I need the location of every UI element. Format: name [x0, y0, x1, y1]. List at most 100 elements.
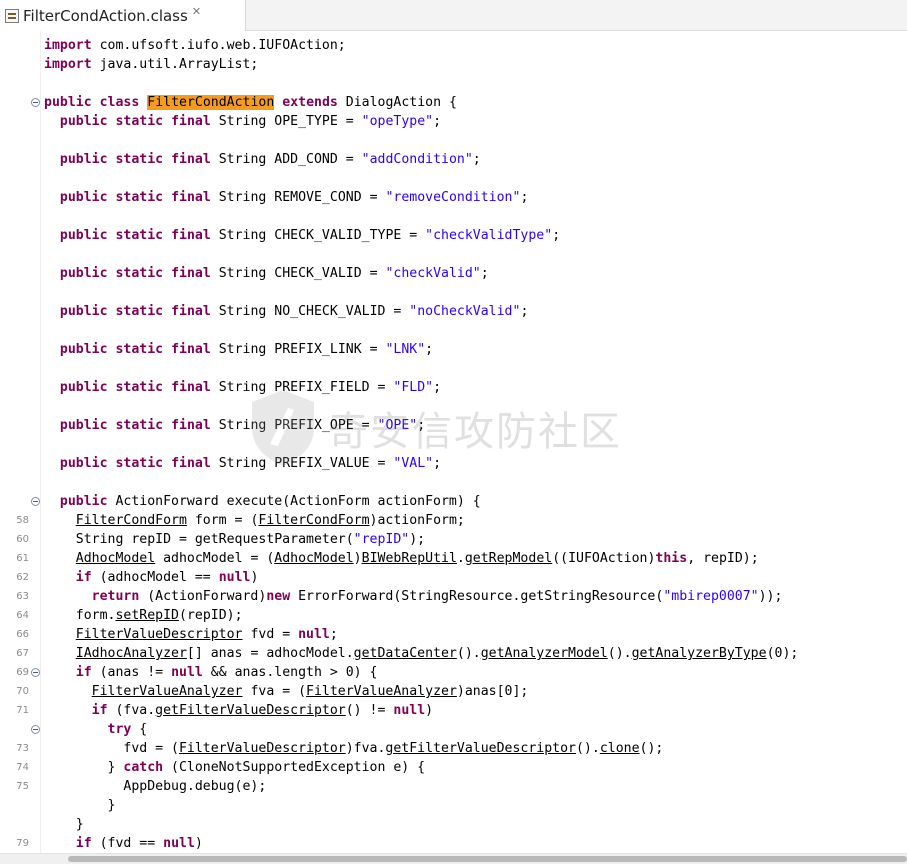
string-literal-token: "removeCondition" [385, 190, 521, 205]
line-number: 67 [16, 648, 29, 659]
code-token: fvd = ( [44, 741, 179, 756]
code-text: return (ActionForward)new ErrorForward(S… [44, 587, 783, 606]
code-token: ; [480, 266, 489, 281]
string-literal-token: "OPE" [377, 418, 418, 433]
code-token: form = ( [186, 513, 259, 528]
tab-filtercondaction-class[interactable]: FilterCondAction.class ✕ [0, 0, 246, 31]
code-token: )fva. [345, 741, 386, 756]
code-token: ) [194, 836, 203, 851]
keyword-token: final [171, 190, 211, 205]
code-line: public static final String PREFIX_OPE = … [0, 416, 907, 435]
keyword-token: import [44, 57, 92, 72]
code-token: ; [425, 342, 434, 357]
string-literal-token: "mbirep0007" [663, 589, 759, 604]
string-literal-token: "FLD" [393, 380, 434, 395]
unresolved-reference-token: getAnalyzerModel [480, 646, 608, 661]
keyword-token: public [59, 228, 108, 243]
unresolved-reference-token: getAnalyzerByType [631, 646, 767, 661]
fold-collapse-icon[interactable] [31, 98, 40, 107]
line-number: 64 [16, 610, 29, 621]
line-number: 60 [16, 534, 29, 545]
code-line: 75 AppDebug.debug(e); [0, 777, 907, 796]
code-line: public class FilterCondAction extends Di… [0, 93, 907, 112]
code-token: ) [425, 703, 434, 718]
code-token: String PREFIX_FIELD = [210, 380, 394, 395]
line-number: 63 [16, 591, 29, 602]
code-line: public static final String OPE_TYPE = "o… [0, 112, 907, 131]
code-line: 61 AdhocModel adhocModel = (AdhocModel)B… [0, 549, 907, 568]
keyword-token: static [115, 418, 164, 433]
code-token: ; [433, 456, 442, 471]
unresolved-reference-token: BIWebRepUtil [361, 551, 457, 566]
code-line: public static final String CHECK_VALID_T… [0, 226, 907, 245]
keyword-token: static [115, 342, 164, 357]
keyword-token: static [115, 380, 164, 395]
line-number: 70 [16, 686, 29, 697]
code-token: )actionForm; [369, 513, 465, 528]
code-text: public ActionForward execute(ActionForm … [44, 492, 481, 511]
keyword-token: this [655, 551, 688, 566]
unresolved-reference-token: FilterCondForm [75, 513, 187, 528]
code-token: )anas[0]; [456, 684, 529, 699]
code-line: 62 if (adhocModel == null) [0, 568, 907, 587]
code-line: 71 if (fva.getFilterValueDescriptor() !=… [0, 701, 907, 720]
unresolved-reference-token: FilterValueDescriptor [178, 741, 346, 756]
fold-collapse-icon[interactable] [31, 668, 40, 677]
unresolved-reference-token: IAdhocAnalyzer [75, 646, 187, 661]
horizontal-scrollbar[interactable] [0, 853, 907, 864]
code-text: FilterCondForm form = (FilterCondForm)ac… [44, 511, 465, 530]
code-line: public static final String NO_CHECK_VALI… [0, 302, 907, 321]
keyword-token: static [115, 266, 164, 281]
code-token: ; [417, 418, 426, 433]
code-token: (fva. [107, 703, 156, 718]
code-token: . [456, 551, 465, 566]
unresolved-reference-token: AdhocModel [274, 551, 354, 566]
code-line: public static final String REMOVE_COND =… [0, 188, 907, 207]
code-text: public static final String PREFIX_OPE = … [44, 416, 425, 435]
unresolved-reference-token: clone [599, 741, 640, 756]
line-number: 58 [16, 515, 29, 526]
code-token: fvd = [242, 627, 299, 642]
code-token: ); [409, 532, 426, 547]
code-line: public static final String ADD_COND = "a… [0, 150, 907, 169]
keyword-token: final [171, 114, 211, 129]
scrollbar-thumb[interactable] [68, 856, 907, 862]
fold-collapse-icon[interactable] [31, 725, 40, 734]
keyword-token: static [115, 456, 164, 471]
code-text: public static final String PREFIX_VALUE … [44, 454, 441, 473]
code-text: IAdhocAnalyzer[] anas = adhocModel.getDa… [44, 644, 799, 663]
code-token: ; [520, 304, 529, 319]
code-line: 63 return (ActionForward)new ErrorForwar… [0, 587, 907, 606]
code-token: com.ufsoft.iufo.web.IUFOAction; [91, 38, 346, 53]
keyword-token: try [107, 722, 132, 737]
keyword-token: final [171, 304, 211, 319]
code-editor[interactable]: import com.ufsoft.iufo.web.IUFOAction; im… [0, 31, 907, 853]
keyword-token: null [298, 627, 330, 642]
fold-collapse-icon[interactable] [31, 497, 40, 506]
keyword-token: null [393, 703, 426, 718]
code-token: } [44, 760, 124, 775]
code-token: , repID); [687, 551, 759, 566]
close-icon[interactable]: ✕ [192, 5, 201, 18]
code-line: import java.util.ArrayList; [0, 55, 907, 74]
code-text: fvd = (FilterValueDescriptor)fva.getFilt… [44, 739, 663, 758]
code-token: [] anas = adhocModel. [186, 646, 354, 661]
code-token: String OPE_TYPE = [210, 114, 362, 129]
keyword-token: final [171, 228, 211, 243]
line-number: 75 [16, 781, 29, 792]
